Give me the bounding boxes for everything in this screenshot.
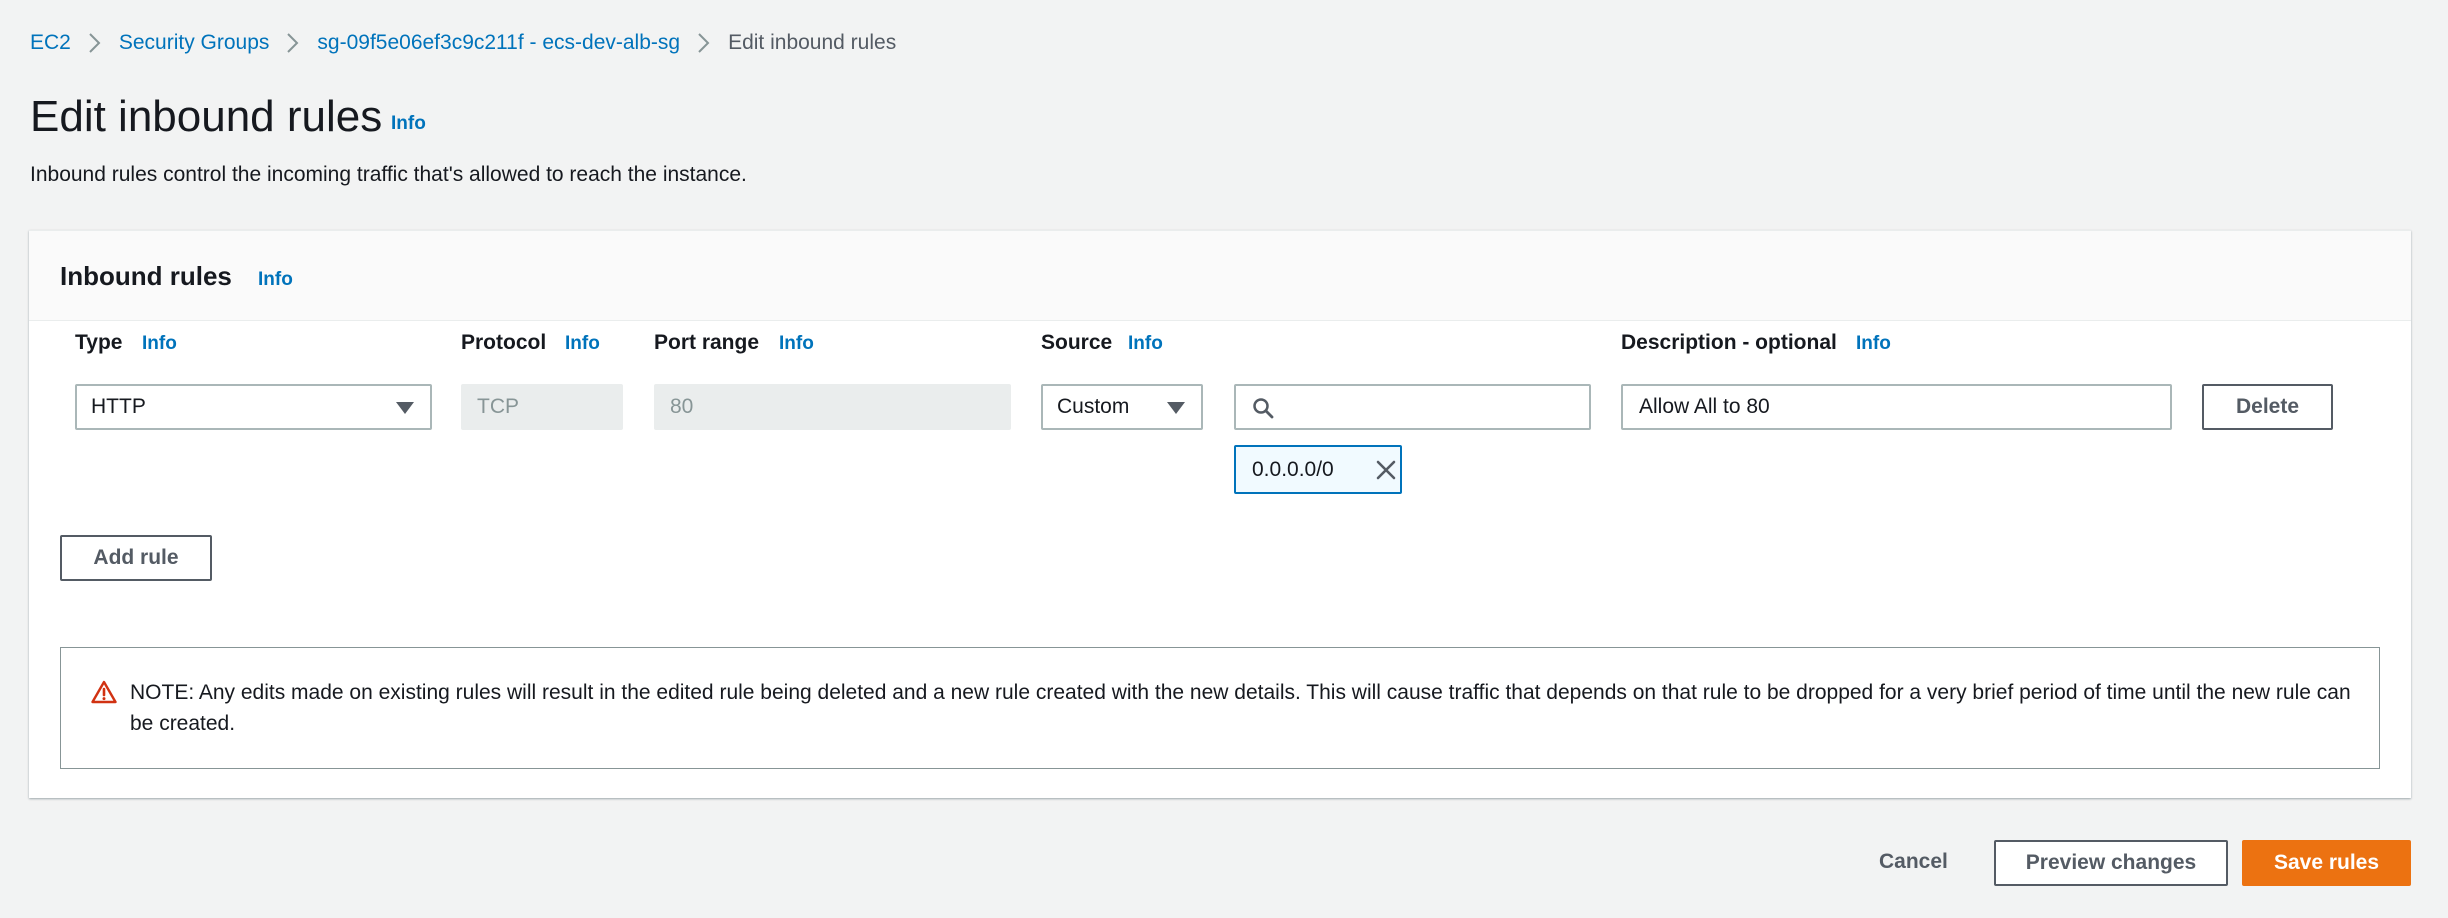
cancel-button[interactable]: Cancel [1879, 850, 1948, 874]
source-token: 0.0.0.0/0 [1234, 445, 1402, 494]
save-rules-button[interactable]: Save rules [2242, 840, 2411, 886]
protocol-column-label: Protocol [461, 331, 547, 354]
card-title-info-link[interactable]: Info [258, 269, 293, 291]
close-icon[interactable] [1376, 460, 1396, 480]
protocol-field: TCP [461, 384, 623, 430]
source-column-label: Source [1041, 331, 1113, 354]
delete-rule-button[interactable]: Delete [2202, 384, 2333, 430]
type-select[interactable]: HTTP [75, 384, 432, 430]
source-type-select[interactable]: Custom [1041, 384, 1203, 430]
type-column-label: Type [75, 331, 123, 354]
caret-down-icon [396, 402, 414, 414]
type-info-link[interactable]: Info [142, 333, 177, 355]
inbound-rules-card: Inbound rules Info Type Info Protocol In… [29, 230, 2411, 798]
page-title-info-link[interactable]: Info [391, 113, 426, 135]
card-header [29, 231, 2411, 321]
type-select-value: HTTP [91, 395, 146, 418]
port-range-field: 80 [654, 384, 1011, 430]
caret-down-icon [1167, 402, 1185, 414]
breadcrumb: EC2 Security Groups sg-09f5e06ef3c9c211f… [30, 28, 896, 58]
breadcrumb-security-groups-link[interactable]: Security Groups [119, 31, 270, 55]
port-range-value: 80 [670, 395, 694, 418]
source-type-value: Custom [1057, 395, 1130, 418]
chevron-right-icon [269, 32, 317, 54]
source-search-input[interactable] [1234, 384, 1591, 430]
search-icon [1253, 398, 1274, 419]
warning-icon [91, 680, 117, 704]
source-token-value: 0.0.0.0/0 [1252, 457, 1334, 481]
protocol-value: TCP [477, 395, 519, 418]
alert-message: NOTE: Any edits made on existing rules w… [130, 681, 2351, 735]
description-info-link[interactable]: Info [1856, 333, 1891, 355]
port-range-column-label: Port range [654, 331, 760, 354]
breadcrumb-current: Edit inbound rules [728, 31, 897, 54]
card-title: Inbound rules [60, 261, 232, 291]
add-rule-button[interactable]: Add rule [60, 535, 212, 581]
breadcrumb-ec2-link[interactable]: EC2 [30, 31, 71, 55]
edit-warning-alert: NOTE: Any edits made on existing rules w… [60, 647, 2380, 769]
breadcrumb-security-group-link[interactable]: sg-09f5e06ef3c9c211f - ecs-dev-alb-sg [317, 31, 680, 55]
source-info-link[interactable]: Info [1128, 333, 1163, 355]
chevron-right-icon [71, 32, 119, 54]
page-description: Inbound rules control the incoming traff… [30, 163, 747, 186]
description-column-label: Description - optional [1621, 331, 1837, 354]
page-title: Edit inbound rules [30, 92, 383, 141]
description-input[interactable]: Allow All to 80 [1621, 384, 2172, 430]
description-input-value: Allow All to 80 [1639, 395, 1770, 418]
chevron-right-icon [680, 32, 728, 54]
protocol-info-link[interactable]: Info [565, 333, 600, 355]
preview-changes-button[interactable]: Preview changes [1994, 840, 2228, 886]
port-range-info-link[interactable]: Info [779, 333, 814, 355]
